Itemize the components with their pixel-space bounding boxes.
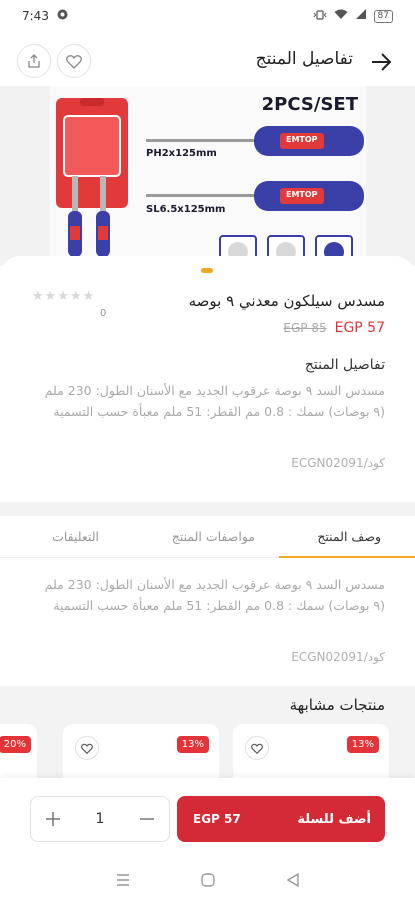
plus-icon (46, 812, 60, 826)
share-icon (28, 54, 40, 68)
product-name: مسدس سيلكون معدني ٩ بوصه (188, 292, 385, 310)
divider (0, 502, 415, 516)
back-triangle-icon (286, 873, 299, 887)
product-image-area[interactable]: 2PCS/SET PH2x125mm SL6.5x125mm EMTOP EMT… (0, 86, 415, 266)
brand-label-1: EMTOP (286, 135, 318, 144)
details-title: تفاصيل المنتج (304, 357, 385, 373)
card-favorite-button[interactable] (75, 736, 99, 760)
tab-product-code: كود/ECGN02091 (291, 650, 385, 664)
tab-bar: وصف المنتج مواصفات المنتج التعليقات (0, 516, 415, 558)
product-info-card: ★★★★★ 0 مسدس سيلكون معدني ٩ بوصه EGP 85 … (0, 256, 415, 502)
card-favorite-button[interactable] (245, 736, 269, 760)
cart-price: EGP 57 (193, 812, 241, 826)
rating-stars: ★★★★★ (32, 289, 96, 304)
notification-icon (57, 9, 68, 23)
discount-badge: 13% (346, 736, 379, 753)
header: تفاصيل المنتج (0, 40, 415, 84)
heart-icon (66, 54, 82, 69)
discount-badge: 13% (176, 736, 209, 753)
decrement-button[interactable] (137, 809, 157, 829)
vibrate-icon (313, 9, 327, 23)
spec-label-1: PH2x125mm (146, 148, 217, 159)
minus-icon (139, 818, 154, 820)
rating-count: 0 (100, 308, 107, 319)
description-panel: مسدس السد ٩ بوصة عرقوب الجديد مع الأسنان… (0, 558, 415, 678)
heart-icon (251, 743, 263, 754)
increment-button[interactable] (43, 809, 63, 829)
price-row: EGP 85 EGP 57 (283, 320, 385, 336)
tab-specifications[interactable]: مواصفات المنتج (172, 529, 255, 544)
brand-label-2: EMTOP (286, 190, 318, 199)
page-title: تفاصيل المنتج (255, 49, 353, 69)
status-time: 7:43 (22, 9, 49, 23)
tab-comments[interactable]: التعليقات (52, 529, 99, 544)
menu-icon (116, 874, 129, 886)
add-to-cart-button[interactable]: EGP 57 أضف للسلة (177, 796, 385, 842)
quantity-value[interactable]: 1 (96, 811, 105, 827)
tab-description[interactable]: وصف المنتج (317, 529, 381, 544)
similar-products: منتجات مشابهة 13% 13% 20% (0, 686, 415, 804)
product-image: 2PCS/SET PH2x125mm SL6.5x125mm EMTOP EMT… (50, 86, 366, 266)
heart-icon (81, 743, 93, 754)
battery-icon: 87 (373, 9, 393, 23)
image-page-indicator (201, 268, 213, 273)
tab-description-text: مسدس السد ٩ بوصة عرقوب الجديد مع الأسنان… (44, 577, 385, 613)
old-price: EGP 85 (283, 321, 327, 335)
discount-badge: 20% (0, 736, 31, 753)
home-button[interactable] (197, 869, 219, 891)
bottom-action-bar: EGP 57 أضف للسلة 1 (0, 778, 415, 860)
spec-label-2: SL6.5x125mm (146, 204, 226, 215)
signal-icon (355, 9, 367, 23)
back-nav-button[interactable] (282, 869, 304, 891)
system-nav-bar (0, 860, 415, 900)
arrow-right-icon (372, 53, 392, 71)
product-code: كود/ECGN02091 (291, 456, 385, 470)
add-to-cart-label: أضف للسلة (297, 811, 371, 827)
share-button[interactable] (17, 44, 51, 78)
back-button[interactable] (365, 46, 397, 78)
current-price: EGP 57 (334, 320, 385, 336)
product-description: مسدس السد ٩ بوصة عرقوب الجديد مع الأسنان… (44, 383, 385, 419)
status-bar: 7:43 87 (0, 0, 415, 32)
similar-products-title: منتجات مشابهة (289, 696, 385, 714)
home-icon (200, 873, 215, 887)
set-label: 2PCS/SET (261, 94, 358, 115)
favorite-button[interactable] (57, 44, 91, 78)
recents-button[interactable] (112, 869, 134, 891)
quantity-stepper: 1 (30, 796, 170, 842)
wifi-icon (334, 9, 348, 23)
